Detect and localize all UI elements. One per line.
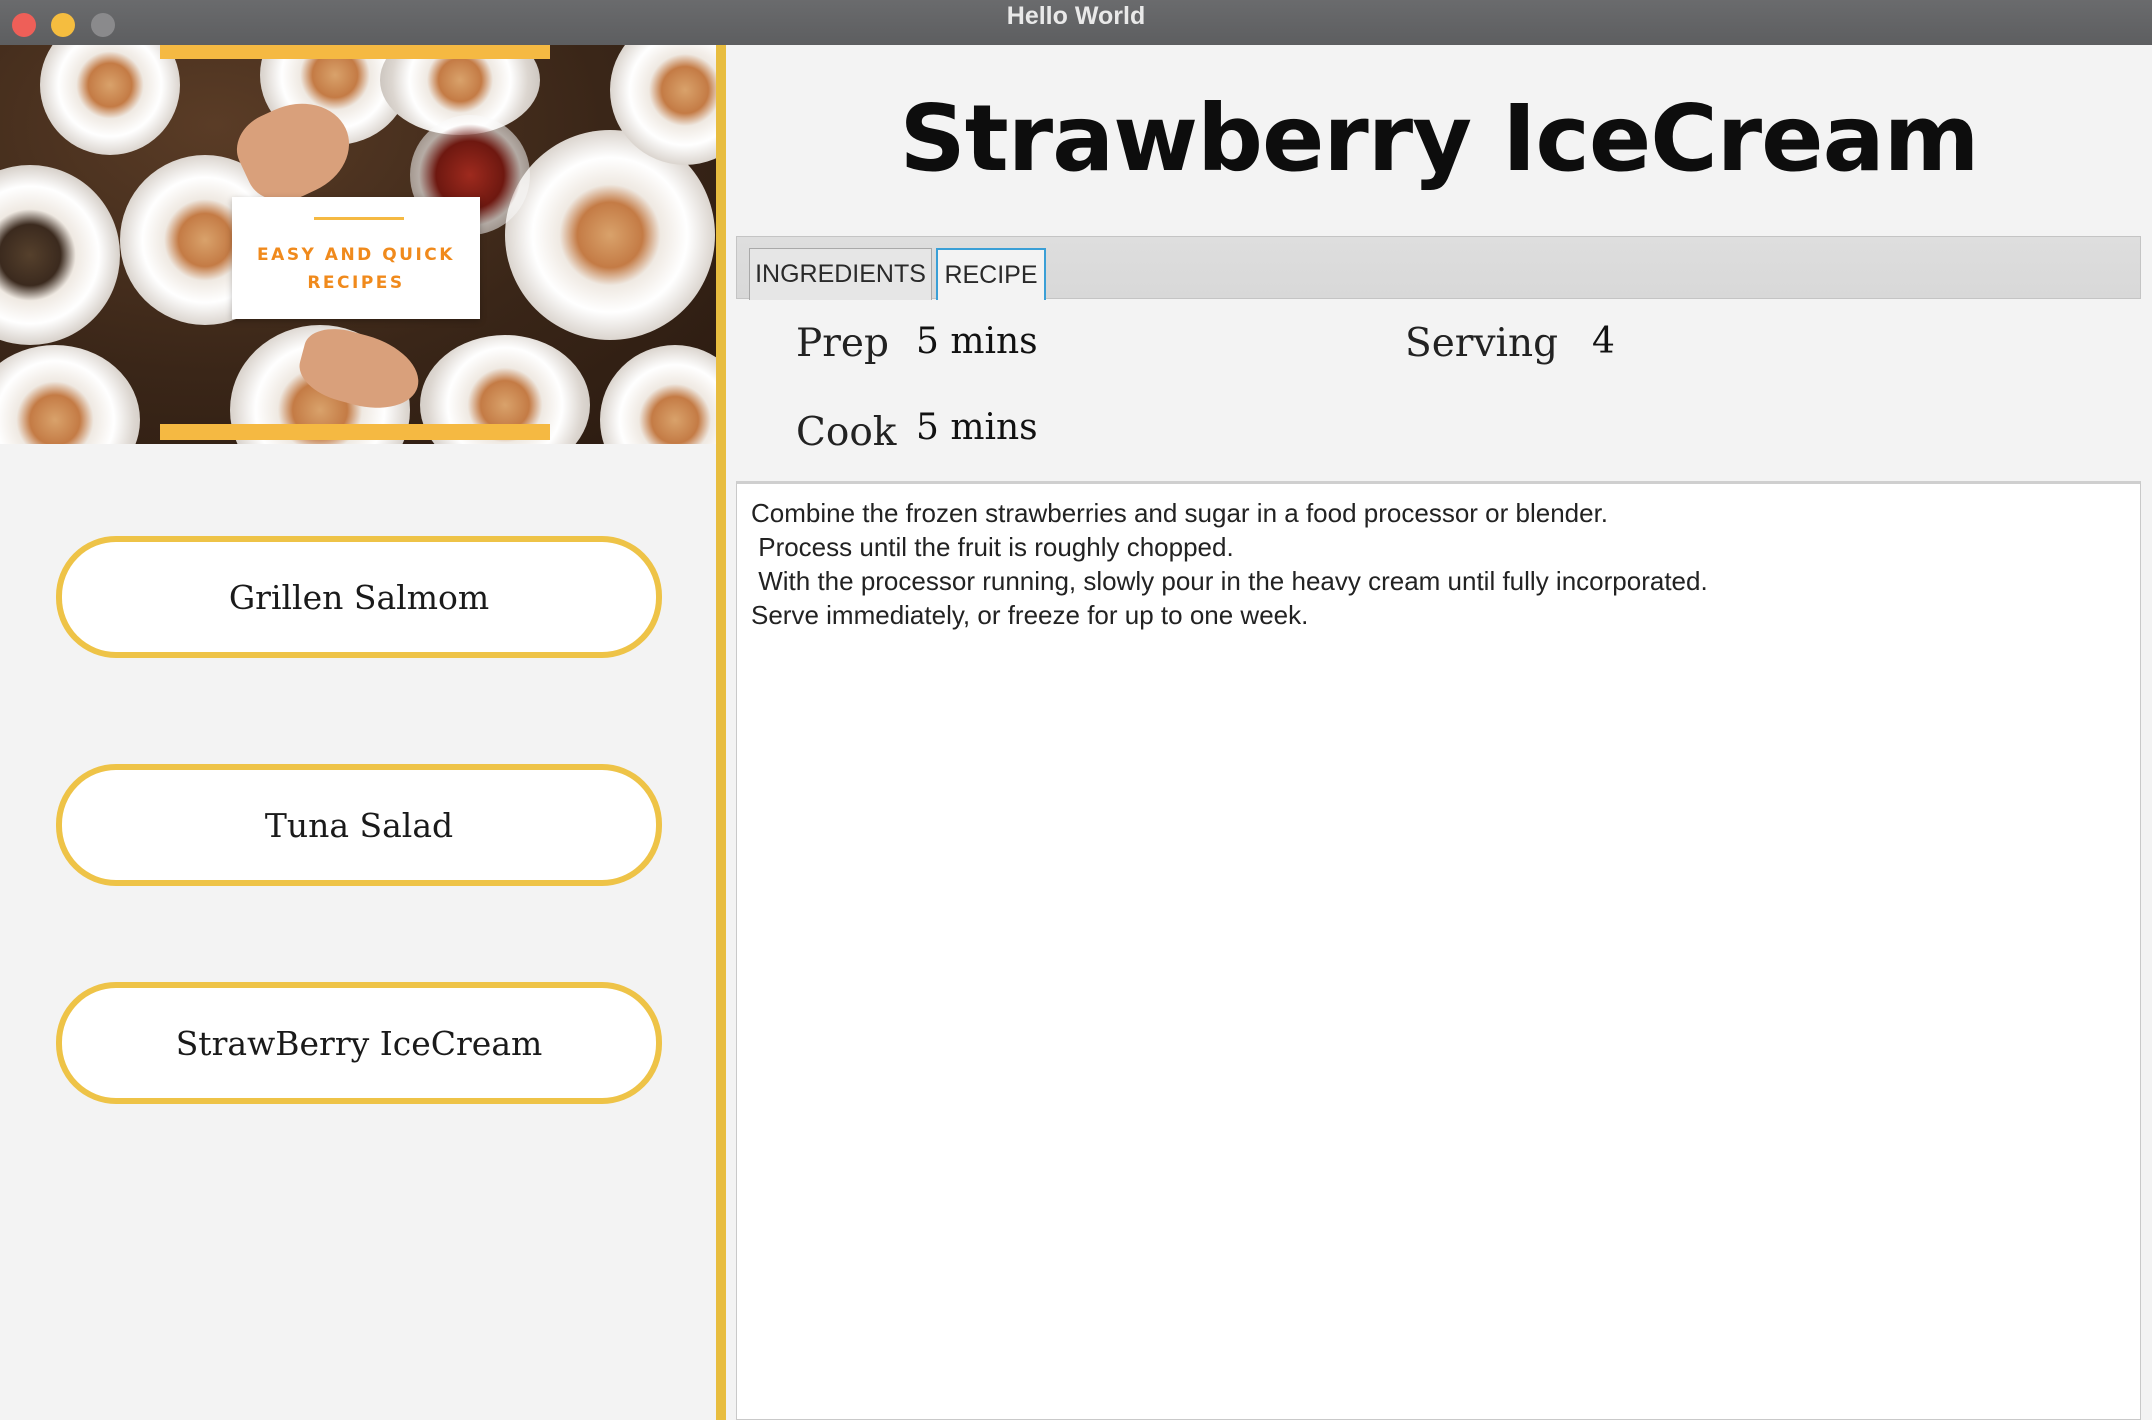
recipe-instructions-textarea[interactable]: Combine the frozen strawberries and suga… [736, 481, 2141, 1420]
recipes-banner-image: EASY AND QUICK RECIPES [0, 45, 716, 444]
recipe-button-strawberry-icecream[interactable]: StrawBerry IceCream [56, 982, 662, 1104]
tab-ingredients[interactable]: INGREDIENTS [749, 248, 932, 300]
cook-label: Cook [796, 410, 897, 455]
sidebar: EASY AND QUICK RECIPES Grillen Salmom Tu… [0, 45, 716, 1420]
recipe-detail-panel: Strawberry IceCream INGREDIENTS RECIPE P… [726, 45, 2152, 1420]
instruction-line: Serve immediately, or freeze for up to o… [751, 600, 1309, 630]
sidebar-divider [716, 45, 726, 1420]
badge-divider [314, 217, 404, 220]
badge-line1: EASY AND QUICK [257, 245, 455, 265]
serving-label: Serving [1405, 321, 1559, 366]
window-title: Hello World [1006, 2, 1146, 30]
window-title-bar: Hello World [0, 0, 2152, 46]
badge-line2: RECIPES [307, 273, 405, 293]
recipe-button-grillen-salmom[interactable]: Grillen Salmom [56, 536, 662, 658]
cook-value: 5 mins [916, 407, 1038, 448]
prep-value: 5 mins [916, 321, 1038, 362]
instruction-line: With the processor running, slowly pour … [751, 566, 1708, 596]
tab-recipe[interactable]: RECIPE [936, 248, 1046, 300]
serving-value: 4 [1592, 321, 1615, 362]
prep-label: Prep [796, 321, 889, 366]
recipe-button-tuna-salad[interactable]: Tuna Salad [56, 764, 662, 886]
instruction-line: Combine the frozen strawberries and suga… [751, 498, 1609, 528]
banner-badge: EASY AND QUICK RECIPES [232, 197, 480, 319]
instruction-line: Process until the fruit is roughly chopp… [751, 532, 1234, 562]
recipe-title: Strawberry IceCream [899, 85, 1979, 192]
banner-badge-text: EASY AND QUICK RECIPES [232, 241, 480, 297]
tab-bar: INGREDIENTS RECIPE [736, 236, 2141, 300]
